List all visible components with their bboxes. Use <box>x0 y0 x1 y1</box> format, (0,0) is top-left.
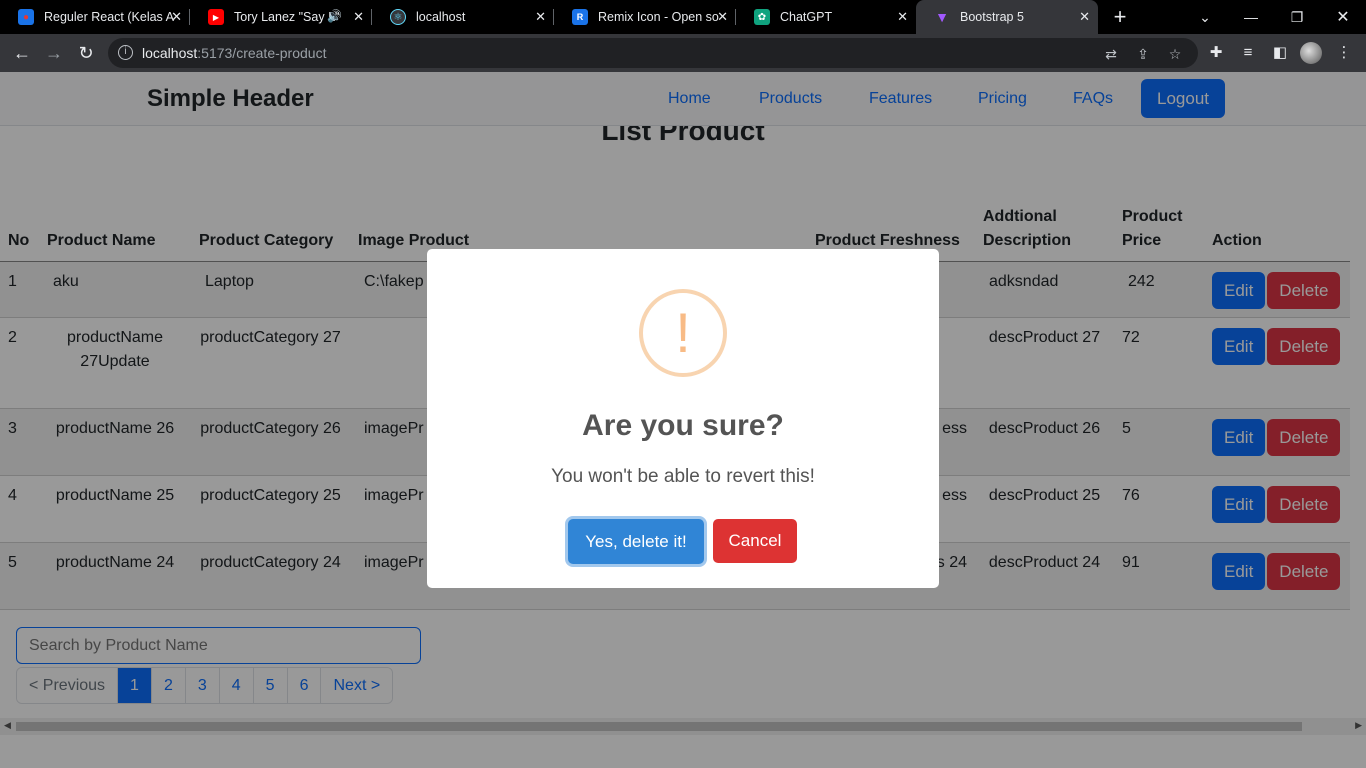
remix-icon: R <box>572 9 588 25</box>
youtube-icon: ▶ <box>208 9 224 25</box>
browser-tab[interactable]: ● Reguler React (Kelas A ✕ <box>0 0 190 34</box>
media-queue-icon[interactable]: ≡ <box>1238 43 1258 63</box>
close-icon[interactable]: ✕ <box>171 9 182 25</box>
close-icon[interactable]: ✕ <box>1079 9 1090 25</box>
confirm-dialog: ! Are you sure? You won't be able to rev… <box>427 249 939 588</box>
dialog-message: You won't be able to revert this! <box>551 466 815 487</box>
openai-icon: ✿ <box>754 9 770 25</box>
url-path: :5173/create-product <box>197 45 327 61</box>
tab-title: Tory Lanez "Say It" <box>234 10 340 24</box>
menu-kebab-icon[interactable]: ⋮ <box>1334 43 1354 63</box>
extensions-icon[interactable]: ✚ <box>1206 43 1226 63</box>
warning-icon: ! <box>639 289 727 377</box>
close-icon[interactable]: ✕ <box>897 9 908 25</box>
react-icon: ⚛ <box>390 9 406 25</box>
tab-search-icon[interactable]: ⌄ <box>1182 0 1228 34</box>
side-panel-icon[interactable]: ◧ <box>1270 43 1290 63</box>
profile-avatar[interactable] <box>1300 42 1322 64</box>
tab-title: Remix Icon - Open so <box>598 10 719 24</box>
url-host: localhost <box>142 45 198 61</box>
new-tab-button[interactable]: + <box>1108 4 1132 30</box>
vite-icon: ▼ <box>935 9 949 25</box>
share-icon[interactable]: ⇪ <box>1134 45 1152 63</box>
address-bar[interactable]: i localhost:5173/create-product ⇄ ⇪ ☆ <box>108 38 1198 68</box>
tab-title: Reguler React (Kelas A <box>44 10 174 24</box>
browser-tab-strip: ● Reguler React (Kelas A ✕ ▶ Tory Lanez … <box>0 0 1366 34</box>
confirm-delete-button[interactable]: Yes, delete it! <box>568 519 704 564</box>
browser-tab-active[interactable]: ▼ Bootstrap 5 ✕ <box>916 0 1098 34</box>
speaker-icon[interactable]: 🔊 <box>327 9 342 23</box>
bookmark-star-icon[interactable]: ☆ <box>1166 45 1184 63</box>
browser-tab[interactable]: R Remix Icon - Open so ✕ <box>554 0 736 34</box>
forward-icon[interactable]: → <box>42 41 66 65</box>
browser-toolbar: ← → ↻ i localhost:5173/create-product ⇄ … <box>0 34 1366 72</box>
cancel-button[interactable]: Cancel <box>713 519 797 563</box>
browser-tab[interactable]: ▶ Tory Lanez "Say It" 🔊 ✕ <box>190 0 372 34</box>
close-icon[interactable]: ✕ <box>353 9 364 25</box>
minimize-button[interactable]: — <box>1228 0 1274 34</box>
url-text[interactable]: localhost:5173/create-product <box>142 45 326 61</box>
tab-title: localhost <box>416 10 466 24</box>
close-window-button[interactable]: ✕ <box>1320 0 1366 34</box>
tab-title: Bootstrap 5 <box>960 10 1024 24</box>
dialog-title: Are you sure? <box>582 409 784 442</box>
close-icon[interactable]: ✕ <box>535 9 546 25</box>
back-icon[interactable]: ← <box>10 41 34 65</box>
restore-button[interactable]: ❐ <box>1274 0 1320 34</box>
reload-icon[interactable]: ↻ <box>74 41 98 65</box>
close-icon[interactable]: ✕ <box>717 9 728 25</box>
browser-tab[interactable]: ⚛ localhost ✕ <box>372 0 554 34</box>
site-info-icon[interactable]: i <box>118 45 133 60</box>
browser-tab[interactable]: ✿ ChatGPT ✕ <box>736 0 916 34</box>
drop-icon: ● <box>18 9 34 25</box>
tab-title: ChatGPT <box>780 10 833 24</box>
translate-icon[interactable]: ⇄ <box>1102 45 1120 63</box>
